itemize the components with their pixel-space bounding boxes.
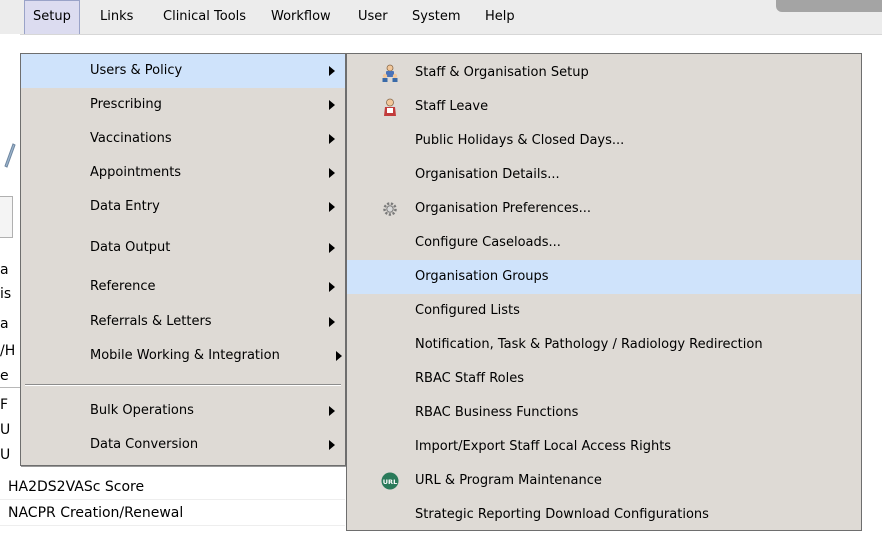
submenu-item-label: URL & Program Maintenance bbox=[415, 473, 602, 488]
menu-item-label: Reference bbox=[90, 279, 156, 294]
window-corner-shade bbox=[776, 0, 882, 12]
submenu-arrow-icon bbox=[329, 243, 335, 253]
menu-item-appointments[interactable]: Appointments bbox=[21, 156, 345, 190]
submenu-item-organisation-groups[interactable]: Organisation Groups bbox=[347, 260, 861, 294]
submenu-item-configured-lists[interactable]: Configured Lists bbox=[347, 294, 861, 328]
menu-item-label: Bulk Operations bbox=[90, 403, 194, 418]
submenu-item-label: Strategic Reporting Download Configurati… bbox=[415, 507, 709, 522]
menu-clinical-tools[interactable]: Clinical Tools bbox=[155, 0, 254, 34]
menu-help[interactable]: Help bbox=[477, 0, 523, 34]
submenu-item-label: Staff Leave bbox=[415, 99, 489, 114]
submenu-arrow-icon bbox=[329, 168, 335, 178]
bg-fragment: is bbox=[0, 286, 12, 302]
menu-item-data-output[interactable]: Data Output bbox=[21, 231, 345, 265]
bg-fragment: U bbox=[0, 447, 11, 463]
submenu-item-label: RBAC Staff Roles bbox=[415, 371, 525, 386]
submenu-item-label: Configured Lists bbox=[415, 303, 520, 318]
submenu-item-organisation-preferences[interactable]: Organisation Preferences... bbox=[347, 192, 861, 226]
submenu-item-label: Public Holidays & Closed Days... bbox=[415, 133, 625, 148]
setup-dropdown-menu: Users & Policy Prescribing Vaccinations … bbox=[20, 53, 346, 466]
submenu-arrow-icon bbox=[329, 317, 335, 327]
menubar: Setup Links Clinical Tools Workflow User… bbox=[0, 0, 882, 35]
menu-item-referrals-letters[interactable]: Referrals & Letters bbox=[21, 305, 345, 339]
submenu-arrow-icon bbox=[329, 134, 335, 144]
submenu-item-organisation-details[interactable]: Organisation Details... bbox=[347, 158, 861, 192]
submenu-item-label: Organisation Groups bbox=[415, 269, 549, 284]
bg-fragment: /H bbox=[0, 343, 16, 359]
submenu-item-label: Staff & Organisation Setup bbox=[415, 65, 589, 80]
staff-leave-icon bbox=[384, 98, 396, 116]
menu-item-data-entry[interactable]: Data Entry bbox=[21, 190, 345, 224]
submenu-arrow-icon bbox=[329, 406, 335, 416]
svg-text:URL: URL bbox=[383, 478, 397, 486]
menu-item-label: Data Output bbox=[90, 240, 171, 255]
submenu-item-import-export-access-rights[interactable]: Import/Export Staff Local Access Rights bbox=[347, 430, 861, 464]
menu-item-reference[interactable]: Reference bbox=[21, 270, 345, 304]
users-policy-submenu: Staff & Organisation Setup Staff Leave P… bbox=[346, 53, 862, 531]
submenu-item-label: Notification, Task & Pathology / Radiolo… bbox=[415, 337, 763, 352]
submenu-item-label: Import/Export Staff Local Access Rights bbox=[415, 439, 672, 454]
submenu-item-staff-organisation-setup[interactable]: Staff & Organisation Setup bbox=[347, 56, 861, 90]
menu-item-data-conversion[interactable]: Data Conversion bbox=[21, 428, 345, 462]
menu-item-label: Referrals & Letters bbox=[90, 314, 212, 329]
submenu-item-rbac-business-functions[interactable]: RBAC Business Functions bbox=[347, 396, 861, 430]
bg-fragment: U bbox=[0, 422, 11, 438]
menu-system[interactable]: System bbox=[404, 0, 468, 34]
submenu-item-public-holidays[interactable]: Public Holidays & Closed Days... bbox=[347, 124, 861, 158]
menu-item-label: Users & Policy bbox=[90, 63, 183, 78]
menu-item-label: Mobile Working & Integration bbox=[90, 348, 280, 363]
pen-icon bbox=[4, 143, 16, 168]
list-item[interactable]: HA2DS2VASc Score bbox=[0, 474, 345, 500]
url-icon: URL bbox=[381, 472, 399, 490]
gear-icon bbox=[383, 202, 397, 216]
menu-item-label: Vaccinations bbox=[90, 131, 172, 146]
menu-item-bulk-operations[interactable]: Bulk Operations bbox=[21, 394, 345, 428]
menu-item-label: Prescribing bbox=[90, 97, 162, 112]
bg-divider bbox=[0, 387, 20, 388]
submenu-item-label: Organisation Preferences... bbox=[415, 201, 592, 216]
menu-item-label: Appointments bbox=[90, 165, 182, 180]
menu-links[interactable]: Links bbox=[92, 0, 141, 34]
menu-item-mobile-working[interactable]: Mobile Working & Integration bbox=[21, 339, 345, 373]
list-item[interactable]: NACPR Creation/Renewal bbox=[0, 500, 345, 526]
submenu-arrow-icon bbox=[329, 66, 335, 76]
bg-fragment: a bbox=[0, 262, 9, 278]
menu-separator bbox=[25, 384, 341, 386]
staff-group-icon bbox=[382, 64, 398, 82]
bg-fragment: a bbox=[0, 316, 9, 332]
submenu-item-url-program-maintenance[interactable]: URL URL & Program Maintenance bbox=[347, 464, 861, 498]
menu-item-vaccinations[interactable]: Vaccinations bbox=[21, 122, 345, 156]
submenu-item-staff-leave[interactable]: Staff Leave bbox=[347, 90, 861, 124]
submenu-arrow-icon bbox=[329, 440, 335, 450]
submenu-arrow-icon bbox=[329, 282, 335, 292]
menu-item-users-policy[interactable]: Users & Policy bbox=[21, 54, 345, 88]
submenu-arrow-icon bbox=[336, 351, 342, 361]
submenu-item-label: RBAC Business Functions bbox=[415, 405, 579, 420]
menu-user[interactable]: User bbox=[350, 0, 396, 34]
background-input-edge bbox=[0, 196, 13, 238]
submenu-item-label: Organisation Details... bbox=[415, 167, 560, 182]
menu-item-label: Data Entry bbox=[90, 199, 160, 214]
menu-item-prescribing[interactable]: Prescribing bbox=[21, 88, 345, 122]
submenu-item-strategic-reporting[interactable]: Strategic Reporting Download Configurati… bbox=[347, 498, 861, 532]
menu-workflow[interactable]: Workflow bbox=[263, 0, 339, 34]
submenu-arrow-icon bbox=[329, 100, 335, 110]
bg-fragment: e bbox=[0, 368, 9, 384]
menu-item-label: Data Conversion bbox=[90, 437, 199, 452]
submenu-item-configure-caseloads[interactable]: Configure Caseloads... bbox=[347, 226, 861, 260]
submenu-item-notification-redirection[interactable]: Notification, Task & Pathology / Radiolo… bbox=[347, 328, 861, 362]
menu-setup[interactable]: Setup bbox=[24, 0, 80, 34]
submenu-item-label: Configure Caseloads... bbox=[415, 235, 561, 250]
bg-fragment: F bbox=[0, 397, 9, 413]
submenu-arrow-icon bbox=[329, 202, 335, 212]
submenu-item-rbac-staff-roles[interactable]: RBAC Staff Roles bbox=[347, 362, 861, 396]
